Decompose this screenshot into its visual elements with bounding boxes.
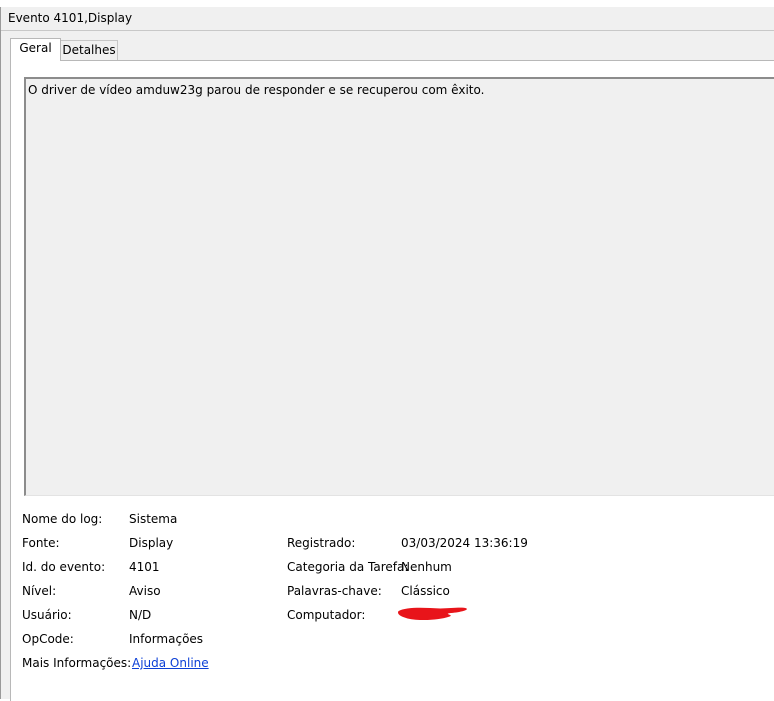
user-label: Usuário: [22,608,72,622]
redaction-mark [397,607,467,621]
event-properties-window: Evento 4101,Display Geral Detalhes O dri… [0,7,774,701]
source-value[interactable]: Display [129,536,173,550]
task-category-value[interactable]: Nenhum [401,560,452,574]
event-id-value[interactable]: 4101 [129,560,160,574]
log-name-label: Nome do log: [22,512,103,526]
level-value[interactable]: Aviso [129,584,161,598]
event-description: O driver de vídeo amduw23g parou de resp… [28,83,485,97]
window-title: Evento 4101,Display [8,11,133,25]
logged-label: Registrado: [287,536,356,550]
opcode-value[interactable]: Informações [129,632,203,646]
keywords-label: Palavras-chave: [287,584,382,598]
log-name-value[interactable]: Sistema [129,512,177,526]
task-category-label: Categoria da Tarefa: [287,560,409,574]
keywords-value[interactable]: Clássico [401,584,450,598]
tab-geral[interactable]: Geral [10,38,61,61]
tab-detalhes[interactable]: Detalhes [60,40,118,60]
logged-value[interactable]: 03/03/2024 13:36:19 [401,536,528,550]
event-id-label: Id. do evento: [22,560,106,574]
event-description-box[interactable]: O driver de vídeo amduw23g parou de resp… [24,77,774,496]
background-window-edge [0,0,774,7]
user-value[interactable]: N/D [129,608,151,622]
title-bar: Evento 4101,Display [1,7,774,31]
more-info-label: Mais Informações: [22,656,132,670]
source-label: Fonte: [22,536,60,550]
level-label: Nível: [22,584,57,598]
opcode-label: OpCode: [22,632,74,646]
computer-label: Computador: [287,608,366,622]
online-help-link[interactable]: Ajuda Online [132,656,209,670]
